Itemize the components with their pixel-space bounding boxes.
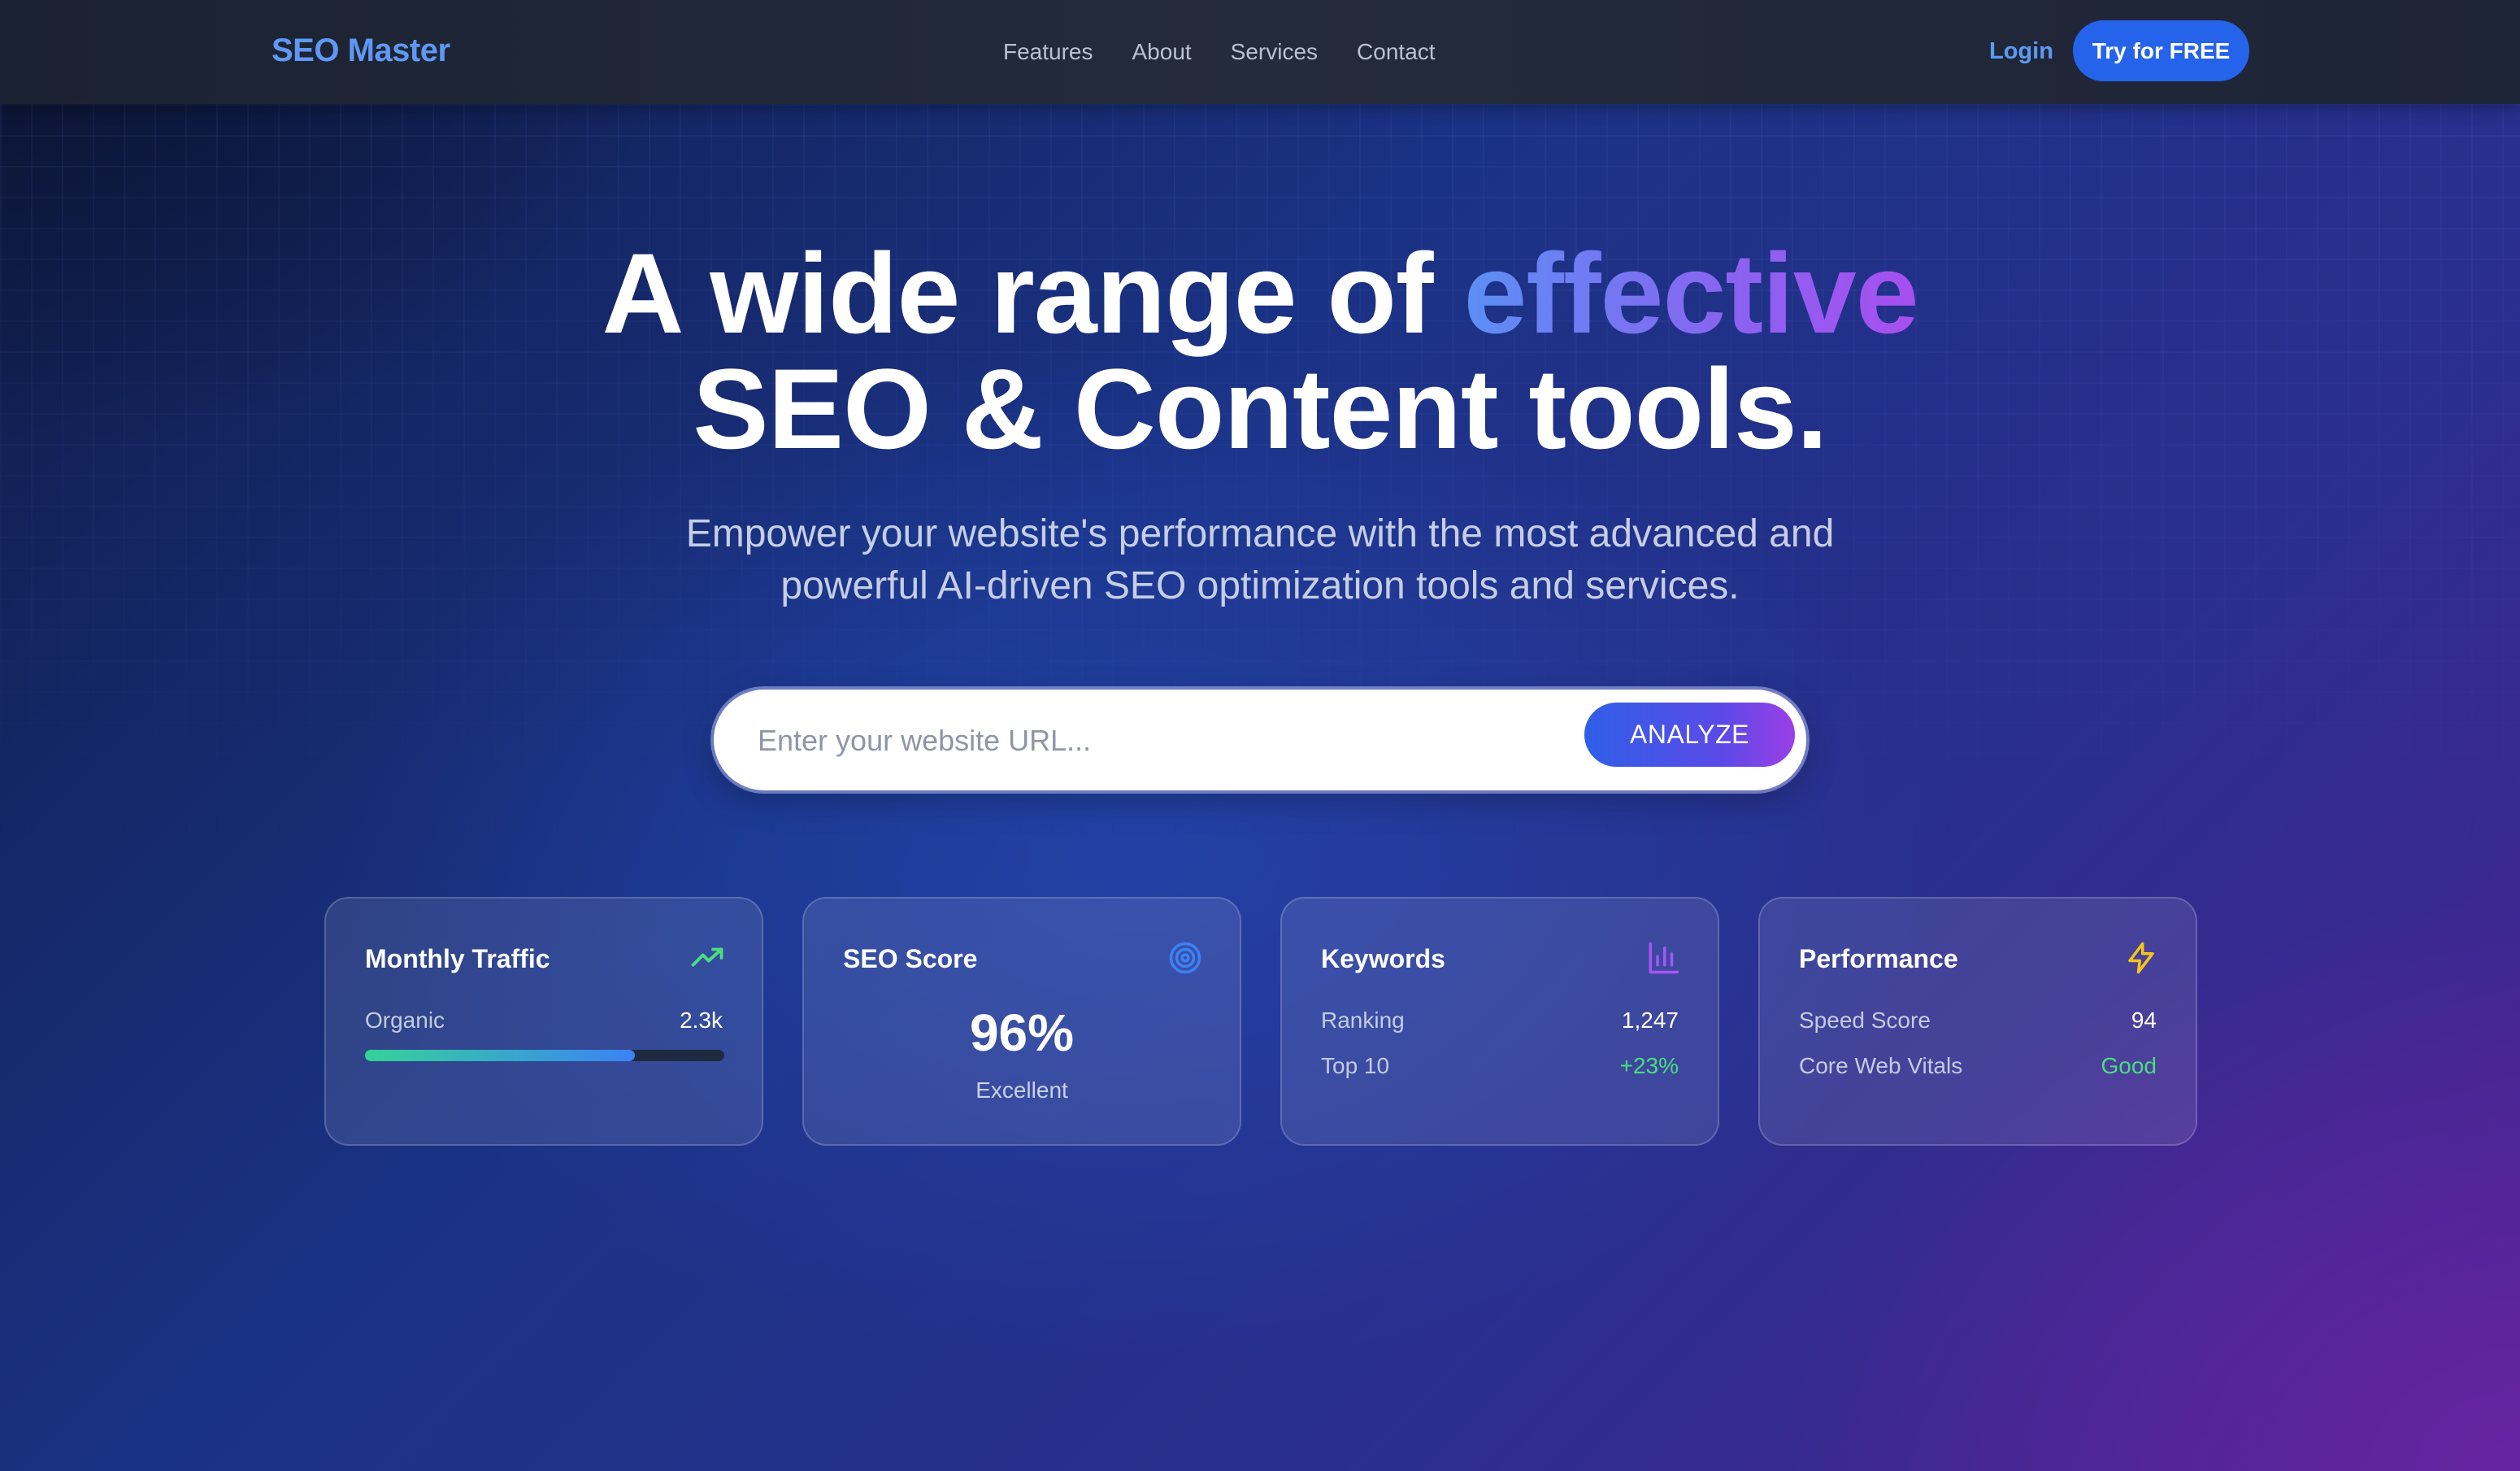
login-link[interactable]: Login (1989, 38, 2053, 65)
performance-card: Performance Speed Score 94 Core Web Vita… (1758, 897, 2197, 1146)
nav-links: Features About Services Contact (1003, 39, 1436, 65)
hero-title: A wide range of effective SEO & Content … (0, 236, 2520, 467)
seo-score-value: 96% (969, 1003, 1075, 1062)
ranking-value: 1,247 (1621, 1008, 1679, 1033)
speed-score-row: Speed Score 94 (1799, 1008, 2157, 1034)
organic-label: Organic (365, 1008, 445, 1033)
speed-score-label: Speed Score (1799, 1008, 1931, 1033)
traffic-progress-bar (365, 1050, 724, 1061)
organic-row: Organic 2.3k (365, 1008, 723, 1034)
bar-chart-icon (1649, 942, 1679, 974)
card-title: Keywords (1321, 944, 1445, 973)
ranking-row: Ranking 1,247 (1321, 1008, 1679, 1034)
hero-subtitle-line2: powerful AI-driven SEO optimization tool… (780, 564, 1740, 607)
ranking-label: Ranking (1321, 1008, 1405, 1033)
hero-title-line1: A wide range of effective (0, 236, 2520, 351)
trending-up-icon (691, 947, 723, 967)
seo-score-label: Excellent (975, 1077, 1068, 1103)
hero-title-line2: SEO & Content tools. (693, 345, 1828, 472)
try-for-free-button[interactable]: Try for FREE (2073, 20, 2249, 81)
top10-label: Top 10 (1321, 1053, 1390, 1078)
seo-score-card: SEO Score 96% Excellent (802, 897, 1241, 1146)
card-title: SEO Score (843, 944, 978, 973)
organic-value: 2.3k (680, 1008, 723, 1033)
traffic-progress-fill (365, 1050, 635, 1061)
hero-subtitle: Empower your website's performance with … (488, 508, 2032, 612)
nav-link-services[interactable]: Services (1231, 39, 1318, 65)
target-icon (1169, 942, 1201, 974)
card-title: Monthly Traffic (365, 944, 550, 973)
url-search-bar: ANALYZE (714, 690, 1806, 790)
nav-link-about[interactable]: About (1132, 39, 1192, 65)
core-web-vitals-label: Core Web Vitals (1799, 1053, 1963, 1078)
hero-subtitle-line1: Empower your website's performance with … (685, 512, 1835, 555)
core-web-vitals-row: Core Web Vitals Good (1799, 1053, 2157, 1079)
navbar: SEO Master Features About Services Conta… (0, 0, 2520, 104)
lightning-icon (2128, 942, 2154, 974)
core-web-vitals-value: Good (2101, 1053, 2157, 1078)
monthly-traffic-card: Monthly Traffic Organic 2.3k (324, 897, 763, 1146)
keywords-card: Keywords Ranking 1,247 Top 10 +23% (1280, 897, 1719, 1146)
top10-value: +23% (1619, 1053, 1679, 1078)
brand-logo[interactable]: SEO Master (272, 33, 450, 69)
hero-title-accent: effective (1463, 229, 1918, 357)
speed-score-value: 94 (2131, 1008, 2157, 1033)
top10-row: Top 10 +23% (1321, 1053, 1679, 1079)
card-title: Performance (1799, 944, 1958, 973)
hero-title-start: A wide range of (602, 229, 1464, 357)
nav-link-features[interactable]: Features (1003, 39, 1093, 65)
website-url-input[interactable] (756, 716, 1475, 766)
nav-link-contact[interactable]: Contact (1357, 39, 1436, 65)
analyze-button[interactable]: ANALYZE (1584, 703, 1795, 767)
